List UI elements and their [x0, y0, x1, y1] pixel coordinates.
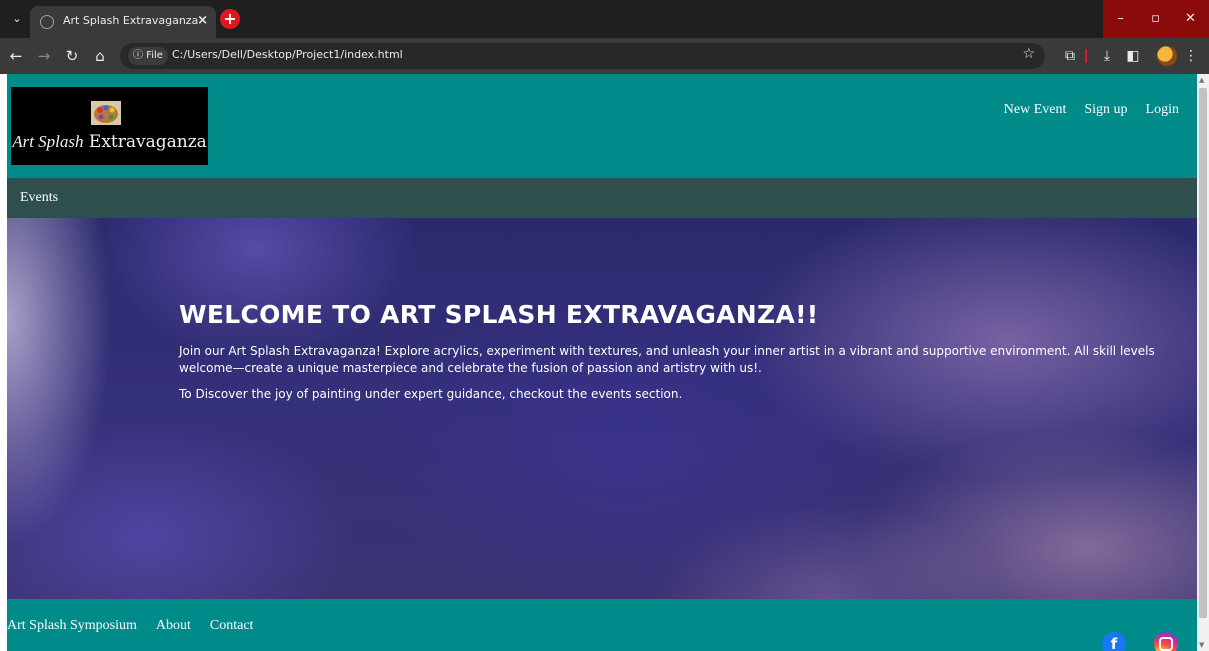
site-header: Art Splash Extravaganza New Event Sign u… [7, 74, 1197, 178]
instagram-glyph [1159, 637, 1173, 651]
scroll-up-arrow-icon[interactable]: ▲ [1199, 76, 1204, 84]
top-nav: New Event Sign up Login [1004, 102, 1179, 118]
home-icon[interactable]: ⌂ [90, 46, 110, 66]
close-tab-icon[interactable]: × [197, 13, 208, 28]
forward-arrow-icon[interactable]: → [34, 46, 54, 66]
tab-title: Art Splash Extravaganza [63, 14, 199, 27]
extensions-icon[interactable]: ⧉ [1059, 46, 1081, 66]
minimize-button[interactable]: – [1103, 0, 1138, 38]
bookmark-star-icon[interactable]: ☆ [1022, 46, 1035, 62]
side-panel-icon[interactable]: ◧ [1122, 46, 1144, 66]
scrollbar-thumb[interactable] [1199, 88, 1207, 618]
site-info-chip[interactable]: ⓘ File [128, 47, 168, 65]
new-tab-button[interactable]: + [220, 9, 240, 29]
footer-link-symposium[interactable]: Art Splash Symposium [7, 618, 137, 634]
page-scrollbar[interactable]: ▲ ▼ [1197, 74, 1209, 651]
logo-text: Art Splash Extravaganza [12, 132, 207, 152]
url-text[interactable]: C:/Users/Dell/Desktop/Project1/index.htm… [172, 48, 403, 61]
scroll-down-arrow-icon[interactable]: ▼ [1199, 641, 1204, 649]
hero-title: WELCOME TO ART SPLASH EXTRAVAGANZA!! [179, 300, 819, 329]
palette-logo-icon [91, 101, 121, 125]
nav-link-events[interactable]: Events [20, 190, 58, 206]
globe-icon [40, 15, 54, 29]
hero-content: WELCOME TO ART SPLASH EXTRAVAGANZA!! Joi… [179, 300, 1194, 403]
back-arrow-icon[interactable]: ← [6, 46, 26, 66]
nav-link-login[interactable]: Login [1146, 102, 1179, 118]
browser-tab-strip: ⌄ Art Splash Extravaganza × + – ▫ ✕ [0, 0, 1209, 38]
instagram-icon[interactable] [1154, 632, 1178, 651]
hero-section: WELCOME TO ART SPLASH EXTRAVAGANZA!! Joi… [7, 218, 1197, 599]
browser-menu-icon[interactable]: ⋮ [1180, 46, 1202, 66]
events-subnav: Events [7, 178, 1197, 218]
address-bar[interactable]: ⓘ File C:/Users/Dell/Desktop/Project1/in… [120, 43, 1045, 69]
restore-button[interactable]: ▫ [1138, 0, 1173, 38]
hero-events-paragraph: To Discover the joy of painting under ex… [179, 387, 683, 401]
footer-links: Art Splash Symposium About Contact [7, 618, 253, 634]
site-logo[interactable]: Art Splash Extravaganza [11, 87, 208, 165]
nav-link-sign-up[interactable]: Sign up [1084, 102, 1127, 118]
footer-link-contact[interactable]: Contact [210, 618, 254, 634]
browser-toolbar: ← → ↻ ⌂ ⓘ File C:/Users/Dell/Desktop/Pro… [0, 38, 1209, 74]
reload-icon[interactable]: ↻ [62, 46, 82, 66]
toolbar-separator [1085, 49, 1087, 63]
nav-link-new-event[interactable]: New Event [1004, 102, 1067, 118]
tab-search-dropdown-icon[interactable]: ⌄ [8, 10, 26, 28]
page-viewport: Art Splash Extravaganza New Event Sign u… [7, 74, 1197, 651]
facebook-icon[interactable]: f [1102, 632, 1126, 651]
site-footer: Art Splash Symposium About Contact f [7, 599, 1197, 651]
browser-tab-active[interactable]: Art Splash Extravaganza × [30, 6, 216, 38]
window-controls: – ▫ ✕ [1103, 0, 1209, 38]
profile-avatar-icon[interactable] [1157, 46, 1177, 66]
download-icon[interactable]: ⤓ [1096, 46, 1118, 66]
hero-intro-paragraph: Join our Art Splash Extravaganza! Explor… [179, 344, 1155, 375]
footer-link-about[interactable]: About [156, 618, 191, 634]
close-window-button[interactable]: ✕ [1173, 0, 1208, 38]
